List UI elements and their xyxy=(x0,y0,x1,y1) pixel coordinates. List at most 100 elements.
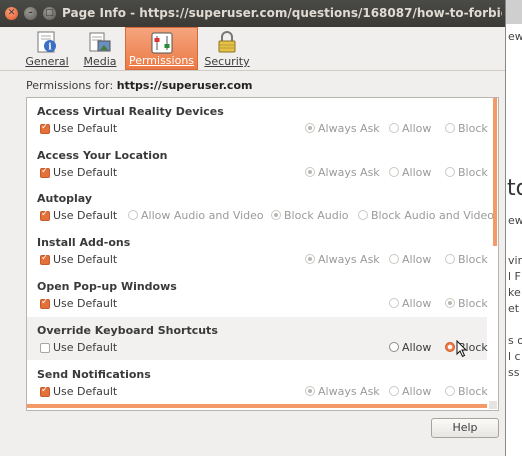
option-label: Allow Audio and Video xyxy=(141,209,264,222)
tab-security[interactable]: Security xyxy=(204,27,250,70)
radio-icon xyxy=(305,123,315,133)
permissions-for: Permissions for: https://superuser.com xyxy=(26,79,252,92)
option-always-ask[interactable]: Always Ask xyxy=(305,253,380,266)
radio-icon xyxy=(445,386,455,396)
use-default-label: Use Default xyxy=(53,122,118,135)
option-label: Always Ask xyxy=(318,122,380,135)
use-default-label: Use Default xyxy=(53,253,118,266)
option-allow[interactable]: Allow xyxy=(389,253,431,266)
bg-text: ew xyxy=(508,30,522,43)
horizontal-scrollbar[interactable] xyxy=(27,404,487,408)
option-block[interactable]: Block xyxy=(445,253,488,266)
radio-icon xyxy=(389,167,399,177)
permission-row-popups: Open Pop-up Windows Use Default Allow Bl… xyxy=(27,273,488,316)
page-info-window: ✕ – □ Page Info - https://superuser.com/… xyxy=(0,0,506,456)
radio-icon xyxy=(271,210,281,220)
option-allow-audio-video[interactable]: Allow Audio and Video xyxy=(128,209,264,222)
option-label: Allow xyxy=(402,166,432,179)
bg-text: ew xyxy=(508,214,522,227)
radio-icon xyxy=(445,342,455,352)
tab-permissions[interactable]: Permissions xyxy=(125,27,198,70)
option-block-audio-video[interactable]: Block Audio and Video xyxy=(358,209,494,222)
permission-row-location: Access Your Location Use Default Always … xyxy=(27,142,488,185)
bg-text: ke xyxy=(508,286,521,299)
option-label: Block xyxy=(458,297,488,310)
option-label: Allow xyxy=(402,385,432,398)
use-default-checkbox[interactable] xyxy=(40,166,50,178)
tab-label: Permissions xyxy=(128,54,195,67)
permission-name: Override Keyboard Shortcuts xyxy=(37,324,218,337)
radio-icon xyxy=(358,210,368,220)
radio-icon xyxy=(445,298,455,308)
use-default-label: Use Default xyxy=(53,341,118,354)
option-allow[interactable]: Allow xyxy=(389,341,431,354)
option-label: Allow xyxy=(402,341,432,354)
tab-label: General xyxy=(25,55,69,68)
use-default-checkbox[interactable] xyxy=(40,297,50,309)
option-always-ask[interactable]: Always Ask xyxy=(305,122,380,135)
use-default-checkbox[interactable] xyxy=(40,385,50,397)
tab-general[interactable]: i General xyxy=(24,27,70,70)
tab-label: Media xyxy=(83,55,117,68)
option-always-ask[interactable]: Always Ask xyxy=(305,385,380,398)
option-allow[interactable]: Allow xyxy=(389,166,431,179)
permissions-list[interactable]: Access Virtual Reality Devices Use Defau… xyxy=(26,97,499,411)
title-bar: ✕ – □ Page Info - https://superuser.com/… xyxy=(0,0,505,27)
tab-media[interactable]: Media xyxy=(82,27,118,70)
option-always-ask[interactable]: Always Ask xyxy=(305,166,380,179)
use-default-checkbox[interactable] xyxy=(40,122,50,134)
option-label: Always Ask xyxy=(318,253,380,266)
option-label: Block Audio xyxy=(284,209,349,222)
minimize-button[interactable]: – xyxy=(24,7,37,20)
radio-icon xyxy=(305,167,315,177)
help-button[interactable]: Help xyxy=(431,418,499,438)
close-button[interactable]: ✕ xyxy=(5,7,18,20)
option-block[interactable]: Block xyxy=(445,122,488,135)
option-label: Always Ask xyxy=(318,166,380,179)
option-block[interactable]: Block xyxy=(445,297,488,310)
use-default-checkbox[interactable] xyxy=(40,343,50,353)
option-label: Block xyxy=(458,385,488,398)
tab-toolbar: i General Media Permissions Security xyxy=(0,27,505,71)
option-label: Block xyxy=(458,253,488,266)
mouse-cursor-icon xyxy=(456,340,468,358)
use-default-label: Use Default xyxy=(53,166,118,179)
radio-icon xyxy=(445,167,455,177)
permission-row-autoplay: Autoplay Use Default Allow Audio and Vid… xyxy=(27,185,494,228)
bg-text: l c xyxy=(508,350,521,363)
radio-icon xyxy=(128,210,138,220)
bg-text: ss xyxy=(508,366,520,379)
radio-icon xyxy=(389,123,399,133)
use-default-label: Use Default xyxy=(53,385,118,398)
option-allow[interactable]: Allow xyxy=(389,385,431,398)
permission-row-notifications: Send Notifications Use Default Always As… xyxy=(27,361,488,404)
permission-name: Autoplay xyxy=(37,192,93,205)
background-page: ew to ew vin l F ke et s o l c ss xyxy=(505,24,522,456)
option-allow[interactable]: Allow xyxy=(389,297,431,310)
option-block-audio[interactable]: Block Audio xyxy=(271,209,349,222)
use-default-checkbox[interactable] xyxy=(40,209,50,221)
permission-name: Open Pop-up Windows xyxy=(37,280,177,293)
option-block[interactable]: Block xyxy=(445,385,488,398)
option-label: Block xyxy=(458,166,488,179)
bg-text: l F xyxy=(508,270,521,283)
permission-row-vr: Access Virtual Reality Devices Use Defau… xyxy=(27,98,488,141)
media-icon xyxy=(89,32,111,52)
vertical-scrollbar[interactable] xyxy=(493,98,497,246)
maximize-button[interactable]: □ xyxy=(43,7,56,20)
option-label: Allow xyxy=(402,253,432,266)
radio-icon xyxy=(305,386,315,396)
info-icon: i xyxy=(37,31,56,53)
radio-icon xyxy=(305,254,315,264)
bg-text: s o xyxy=(508,334,522,347)
use-default-checkbox[interactable] xyxy=(40,253,50,265)
permissions-for-label: Permissions for: xyxy=(26,79,114,92)
permissions-host: https://superuser.com xyxy=(116,79,253,92)
option-block[interactable]: Block xyxy=(445,166,488,179)
use-default-label: Use Default xyxy=(53,297,118,310)
window-title: Page Info - https://superuser.com/questi… xyxy=(62,6,502,20)
option-label: Allow xyxy=(402,297,432,310)
radio-icon xyxy=(389,298,399,308)
tab-label: Security xyxy=(204,55,250,68)
option-allow[interactable]: Allow xyxy=(389,122,431,135)
